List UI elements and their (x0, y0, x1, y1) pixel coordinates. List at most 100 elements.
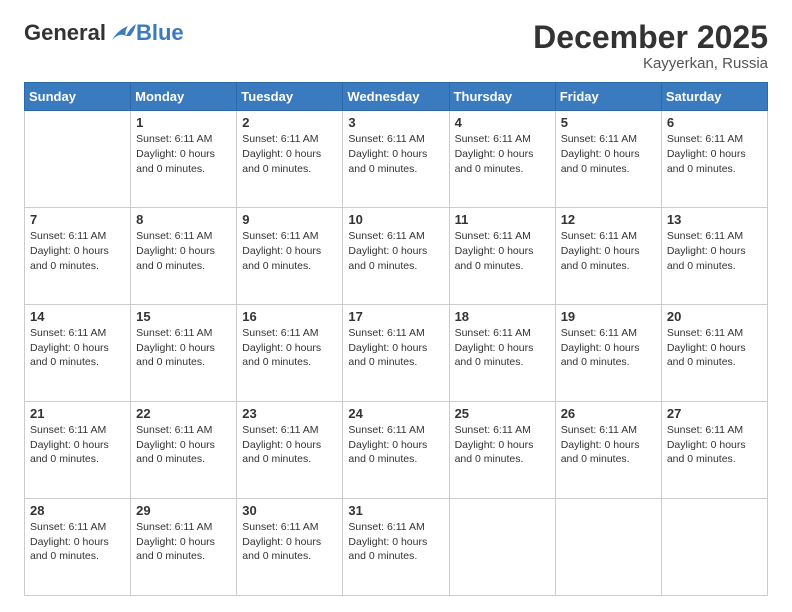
day-number: 24 (348, 406, 443, 421)
table-row: 13Sunset: 6:11 AM Daylight: 0 hours and … (661, 208, 767, 305)
calendar-header-row: Sunday Monday Tuesday Wednesday Thursday… (25, 83, 768, 111)
day-number: 4 (455, 115, 550, 130)
table-row: 7 Sunset: 6:11 AM Daylight: 0 hours and 0… (25, 208, 131, 305)
day-info: Sunset: 6:11 AM Daylight: 0 hours and 0 … (348, 229, 443, 273)
day-info: Sunset: 6:11 AM Daylight: 0 hours and 0 … (136, 229, 231, 273)
day-info: Sunset: 6:11 AM Daylight: 0 hours and 0 … (242, 326, 337, 370)
table-row (449, 499, 555, 596)
table-row: 30Sunset: 6:11 AM Daylight: 0 hours and … (237, 499, 343, 596)
logo-general-text: General (24, 20, 106, 46)
logo: General Blue (24, 20, 184, 46)
table-row: 18 Sunset: 6:11 AM Daylight: 0 hours and … (449, 305, 555, 402)
table-row: 1 Sunset: 6:11 AM Daylight: 0 hours and 0… (131, 111, 237, 208)
day-number: 17 (348, 309, 443, 324)
day-info: Sunset: 6:11 AM Daylight: 0 hours and 0 … (242, 229, 337, 273)
day-info: Sunset: 6:11 AM Daylight: 0 hours and 0 … (30, 229, 125, 273)
table-row: 11 Sunset: 6:11 AM Daylight: 0 hours and … (449, 208, 555, 305)
header-sunday: Sunday (25, 83, 131, 111)
day-info: Sunset: 6:11 AM Daylight: 0 hours and 0 … (348, 423, 443, 467)
day-number: 11 (455, 212, 550, 227)
day-number: 18 (455, 309, 550, 324)
day-number: 30 (242, 503, 337, 518)
day-number: 16 (242, 309, 337, 324)
table-row (555, 499, 661, 596)
day-info: Sunset: 6:11 AM Daylight: 0 hours and 0 … (30, 423, 125, 467)
table-row: 2Sunset: 6:11 AM Daylight: 0 hours and 0… (237, 111, 343, 208)
table-row: 15 Sunset: 6:11 AM Daylight: 0 hours and … (131, 305, 237, 402)
title-section: December 2025 Kayyerkan, Russia (533, 20, 768, 72)
calendar-week-row: 14Sunset: 6:11 AM Daylight: 0 hours and … (25, 305, 768, 402)
day-info: Sunset: 6:11 AM Daylight: 0 hours and 0 … (455, 326, 550, 370)
logo-bird-icon (108, 22, 136, 44)
day-info: Sunset: 6:11 AM Daylight: 0 hours and 0 … (455, 132, 550, 176)
table-row: 4 Sunset: 6:11 AM Daylight: 0 hours and 0… (449, 111, 555, 208)
table-row: 24 Sunset: 6:11 AM Daylight: 0 hours and … (343, 402, 449, 499)
day-info: Sunset: 6:11 AM Daylight: 0 hours and 0 … (561, 229, 656, 273)
day-info: Sunset: 6:11 AM Daylight: 0 hours and 0 … (667, 423, 762, 467)
day-info: Sunset: 6:11 AM Daylight: 0 hours and 0 … (455, 229, 550, 273)
day-number: 15 (136, 309, 231, 324)
location: Kayyerkan, Russia (533, 55, 768, 72)
table-row: 16 Sunset: 6:11 AM Daylight: 0 hours and … (237, 305, 343, 402)
day-info: Sunset: 6:11 AM Daylight: 0 hours and 0 … (242, 423, 337, 467)
table-row: 20 Sunset: 6:11 AM Daylight: 0 hours and … (661, 305, 767, 402)
day-number: 3 (348, 115, 443, 130)
day-info: Sunset: 6:11 AM Daylight: 0 hours and 0 … (136, 520, 231, 564)
table-row: 25Sunset: 6:11 AM Daylight: 0 hours and … (449, 402, 555, 499)
header-monday: Monday (131, 83, 237, 111)
header-tuesday: Tuesday (237, 83, 343, 111)
day-number: 10 (348, 212, 443, 227)
table-row: 12 Sunset: 6:11 AM Daylight: 0 hours and … (555, 208, 661, 305)
month-title: December 2025 (533, 20, 768, 55)
logo-blue-text: Blue (136, 20, 184, 46)
day-info: Sunset: 6:11 AM Daylight: 0 hours and 0 … (561, 423, 656, 467)
day-number: 21 (30, 406, 125, 421)
day-number: 12 (561, 212, 656, 227)
table-row: 19 Sunset: 6:11 AM Daylight: 0 hours and … (555, 305, 661, 402)
table-row: 29 Sunset: 6:11 AM Daylight: 0 hours and … (131, 499, 237, 596)
calendar-week-row: 21 Sunset: 6:11 AM Daylight: 0 hours and … (25, 402, 768, 499)
day-number: 26 (561, 406, 656, 421)
table-row: 17 Sunset: 6:11 AM Daylight: 0 hours and … (343, 305, 449, 402)
day-info: Sunset: 6:11 AM Daylight: 0 hours and 0 … (348, 326, 443, 370)
day-info: Sunset: 6:11 AM Daylight: 0 hours and 0 … (561, 132, 656, 176)
day-info: Sunset: 6:11 AM Daylight: 0 hours and 0 … (667, 326, 762, 370)
day-info: Sunset: 6:11 AM Daylight: 0 hours and 0 … (455, 423, 550, 467)
day-number: 29 (136, 503, 231, 518)
calendar-week-row: 7 Sunset: 6:11 AM Daylight: 0 hours and 0… (25, 208, 768, 305)
day-info: Sunset: 6:11 AM Daylight: 0 hours and 0 … (667, 229, 762, 273)
table-row: 23Sunset: 6:11 AM Daylight: 0 hours and … (237, 402, 343, 499)
calendar-table: Sunday Monday Tuesday Wednesday Thursday… (24, 82, 768, 596)
day-info: Sunset: 6:11 AM Daylight: 0 hours and 0 … (242, 132, 337, 176)
table-row: 3 Sunset: 6:11 AM Daylight: 0 hours and 0… (343, 111, 449, 208)
day-number: 7 (30, 212, 125, 227)
header: General Blue December 2025 Kayyerkan, Ru… (24, 20, 768, 72)
page: General Blue December 2025 Kayyerkan, Ru… (0, 0, 792, 612)
day-number: 20 (667, 309, 762, 324)
day-number: 5 (561, 115, 656, 130)
day-number: 1 (136, 115, 231, 130)
table-row: 10 Sunset: 6:11 AM Daylight: 0 hours and … (343, 208, 449, 305)
day-info: Sunset: 6:11 AM Daylight: 0 hours and 0 … (136, 326, 231, 370)
table-row: 28Sunset: 6:11 AM Daylight: 0 hours and … (25, 499, 131, 596)
day-info: Sunset: 6:11 AM Daylight: 0 hours and 0 … (136, 423, 231, 467)
day-number: 19 (561, 309, 656, 324)
table-row (661, 499, 767, 596)
table-row: 26 Sunset: 6:11 AM Daylight: 0 hours and … (555, 402, 661, 499)
header-thursday: Thursday (449, 83, 555, 111)
calendar-week-row: 1 Sunset: 6:11 AM Daylight: 0 hours and 0… (25, 111, 768, 208)
table-row: 31Sunset: 6:11 AM Daylight: 0 hours and … (343, 499, 449, 596)
table-row (25, 111, 131, 208)
table-row: 8Sunset: 6:11 AM Daylight: 0 hours and 0… (131, 208, 237, 305)
day-number: 27 (667, 406, 762, 421)
day-info: Sunset: 6:11 AM Daylight: 0 hours and 0 … (348, 132, 443, 176)
calendar-week-row: 28Sunset: 6:11 AM Daylight: 0 hours and … (25, 499, 768, 596)
day-info: Sunset: 6:11 AM Daylight: 0 hours and 0 … (136, 132, 231, 176)
day-number: 9 (242, 212, 337, 227)
day-info: Sunset: 6:11 AM Daylight: 0 hours and 0 … (561, 326, 656, 370)
header-friday: Friday (555, 83, 661, 111)
day-info: Sunset: 6:11 AM Daylight: 0 hours and 0 … (30, 520, 125, 564)
logo-text: General Blue (24, 20, 184, 46)
header-wednesday: Wednesday (343, 83, 449, 111)
table-row: 21 Sunset: 6:11 AM Daylight: 0 hours and … (25, 402, 131, 499)
